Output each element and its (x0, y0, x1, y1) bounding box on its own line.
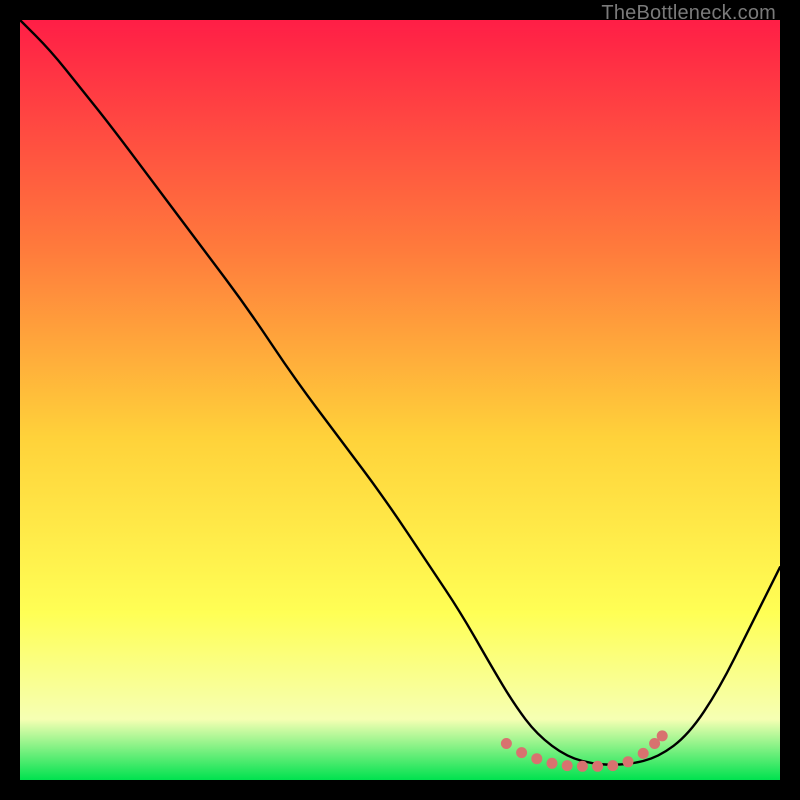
optimal-dot (501, 738, 512, 749)
optimal-dot (562, 760, 573, 771)
optimal-dot (592, 761, 603, 772)
optimal-dot (623, 756, 634, 767)
optimal-dot (638, 748, 649, 759)
chart-frame (20, 20, 780, 780)
optimal-dot (657, 730, 668, 741)
optimal-dot (577, 761, 588, 772)
optimal-dot (607, 760, 618, 771)
optimal-dot (547, 758, 558, 769)
optimal-dot (516, 747, 527, 758)
optimal-dot (531, 753, 542, 764)
bottleneck-chart (20, 20, 780, 780)
gradient-background (20, 20, 780, 780)
